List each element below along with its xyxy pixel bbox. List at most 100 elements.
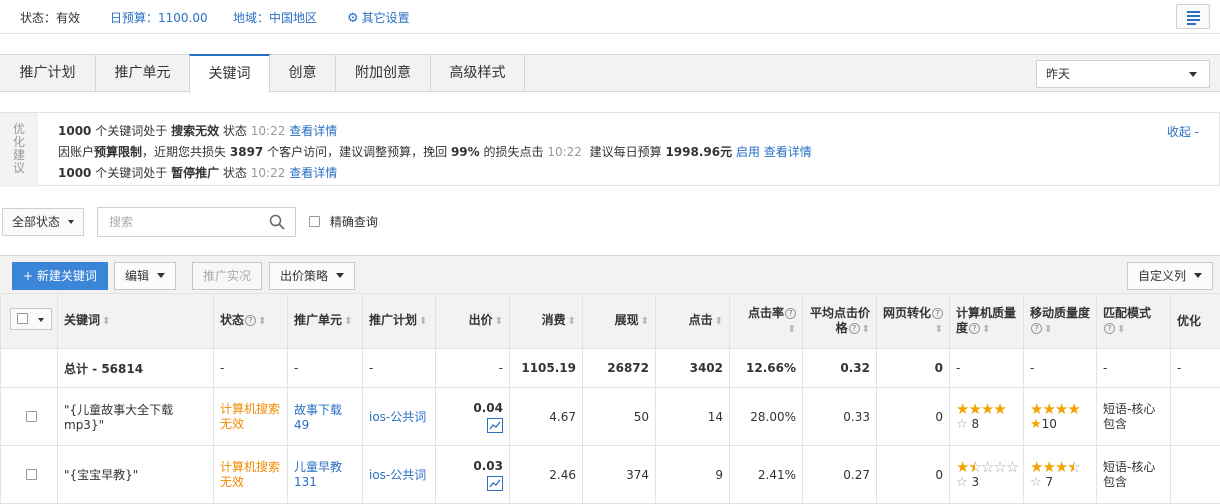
region-link[interactable]: 地域：中国地区	[233, 9, 317, 26]
keyword-cell[interactable]: "{宝宝早教}"	[58, 446, 214, 504]
sort-icon: ⬍	[568, 316, 576, 327]
status-cell[interactable]: 计算机搜索无效	[214, 388, 288, 446]
col-mobile-quality[interactable]: 移动质量度?⬍	[1024, 294, 1097, 349]
bid-value[interactable]: 0.03	[442, 459, 503, 473]
custom-columns-button[interactable]: 自定义列	[1127, 262, 1213, 290]
col-pc-quality-label-2: 度	[956, 321, 968, 335]
col-impressions[interactable]: 展现⬍	[583, 294, 656, 349]
col-avg-cpc[interactable]: 平均点击价格?⬍	[803, 294, 877, 349]
search-input[interactable]	[107, 209, 267, 235]
col-plan[interactable]: 推广计划⬍	[363, 294, 436, 349]
optimization-suggestions: 优 化 建 议 1000 个关键词处于 搜索无效 状态 10:22 查看详情 因…	[0, 112, 1220, 186]
plan-link[interactable]: ios-公共词	[363, 388, 436, 446]
daily-budget-link[interactable]: 日预算：1100.00	[110, 9, 208, 26]
help-icon[interactable]: ?	[932, 308, 943, 319]
campaign-status-bar: 状态：有效 日预算：1100.00 地域：中国地区 ⚙其它设置	[0, 0, 1220, 34]
list-view-button[interactable]	[1176, 4, 1210, 29]
unit-link[interactable]: 儿童早教131	[288, 446, 363, 504]
mobile-quality-score: 7	[1045, 475, 1053, 489]
new-keyword-button[interactable]: + 新建关键词	[12, 262, 108, 290]
help-icon[interactable]: ?	[785, 308, 796, 319]
impressions-cell: 374	[583, 446, 656, 504]
sort-icon: ⬍	[1044, 324, 1052, 335]
suggestions-side-label: 优 化 建 议	[0, 113, 38, 187]
suggestion-count: 1000	[58, 166, 91, 180]
col-bid[interactable]: 出价⬍	[436, 294, 510, 349]
edit-label: 编辑	[125, 269, 149, 283]
suggestion-time: 10:22	[251, 124, 286, 138]
total-plan: -	[363, 349, 436, 388]
tab-keywords[interactable]: 关键词	[189, 54, 270, 93]
col-match-type[interactable]: 匹配模式?⬍	[1097, 294, 1171, 349]
select-all-checkbox[interactable]	[17, 313, 28, 324]
select-all-dropdown[interactable]	[10, 308, 52, 330]
col-conversion[interactable]: 网页转化?⬍	[877, 294, 950, 349]
col-keyword[interactable]: 关键词⬍	[58, 294, 214, 349]
help-icon[interactable]: ?	[849, 323, 860, 334]
view-details-link[interactable]: 查看详情	[289, 166, 337, 180]
col-ctr[interactable]: 点击率?⬍	[730, 294, 803, 349]
enable-budget-link[interactable]: 启用	[736, 145, 760, 159]
mobile-quality-score: 10	[1042, 417, 1057, 431]
empty-star-icon: ☆	[1030, 475, 1042, 490]
match-type-cell[interactable]: 短语-核心包含	[1097, 388, 1171, 446]
side-char: 议	[0, 162, 38, 175]
suggestion-time: 10:22	[547, 145, 582, 159]
col-status[interactable]: 状态?⬍	[214, 294, 288, 349]
other-settings-link[interactable]: ⚙其它设置	[347, 9, 410, 26]
exact-match-checkbox[interactable]	[309, 216, 320, 227]
help-icon[interactable]: ?	[969, 323, 980, 334]
tab-extra-creative[interactable]: 附加创意	[336, 54, 431, 92]
tab-advanced-style[interactable]: 高级样式	[431, 54, 525, 92]
help-icon[interactable]: ?	[245, 315, 256, 326]
collapse-suggestions-link[interactable]: 收起 -	[1167, 123, 1199, 140]
clicks-cell: 9	[656, 446, 730, 504]
sort-icon: ⬍	[788, 324, 796, 335]
suggested-budget: 1998.96元	[665, 145, 732, 159]
suggestion-state: 暂停推广	[171, 166, 219, 180]
total-match-type: -	[1097, 349, 1171, 388]
total-impressions: 26872	[583, 349, 656, 388]
status-filter-dropdown[interactable]: 全部状态	[2, 208, 84, 236]
row-checkbox[interactable]	[26, 469, 37, 480]
edit-dropdown-button[interactable]: 编辑	[114, 262, 176, 290]
tab-ad-unit[interactable]: 推广单元	[96, 54, 190, 92]
bid-cell[interactable]: 0.04	[436, 388, 510, 446]
chevron-down-icon	[336, 273, 344, 278]
sort-icon: ⬍	[641, 316, 649, 327]
live-preview-button[interactable]: 推广实况	[192, 262, 262, 290]
keyword-cell[interactable]: "{儿童故事大全下载mp3}"	[58, 388, 214, 446]
help-icon[interactable]: ?	[1031, 323, 1042, 334]
col-cost-label: 消费	[542, 313, 566, 327]
help-icon[interactable]: ?	[1104, 323, 1115, 334]
suggestion-time: 10:22	[251, 166, 286, 180]
view-details-link[interactable]: 查看详情	[764, 145, 812, 159]
bid-strategy-button[interactable]: 出价策略	[269, 262, 355, 290]
suggestion-budget-limit: 因账户预算限制，近期您共损失 3897 个客户访问，建议调整预算，挽回 99% …	[58, 143, 812, 160]
tab-campaign-plan[interactable]: 推广计划	[0, 54, 96, 92]
plan-link[interactable]: ios-公共词	[363, 446, 436, 504]
exact-match-option[interactable]: 精确查询	[309, 213, 378, 230]
col-clicks[interactable]: 点击⬍	[656, 294, 730, 349]
tab-creative[interactable]: 创意	[270, 54, 336, 92]
trend-chart-icon[interactable]	[487, 476, 503, 491]
match-type-cell[interactable]: 短语-核心包含	[1097, 446, 1171, 504]
sort-icon: ⬍	[862, 324, 870, 335]
bid-cell[interactable]: 0.03	[436, 446, 510, 504]
date-range-select[interactable]: 昨天	[1036, 60, 1210, 88]
suggestion-reason: 预算限制	[94, 145, 142, 159]
status-cell[interactable]: 计算机搜索无效	[214, 446, 288, 504]
col-pc-quality[interactable]: 计算机质量度?⬍	[950, 294, 1024, 349]
suggestion-text: 个关键词处于	[95, 124, 167, 138]
row-checkbox[interactable]	[26, 411, 37, 422]
trend-chart-icon[interactable]	[487, 418, 503, 433]
suggestion-text: 个关键词处于	[95, 166, 167, 180]
table-header-row: 关键词⬍ 状态?⬍ 推广单元⬍ 推广计划⬍ 出价⬍ 消费⬍ 展现⬍ 点击⬍ 点击…	[1, 294, 1220, 349]
ctr-cell: 28.00%	[730, 388, 803, 446]
view-details-link[interactable]: 查看详情	[289, 124, 337, 138]
unit-link[interactable]: 故事下载49	[288, 388, 363, 446]
bid-value[interactable]: 0.04	[442, 401, 503, 415]
col-cost[interactable]: 消费⬍	[510, 294, 583, 349]
col-unit[interactable]: 推广单元⬍	[288, 294, 363, 349]
search-icon[interactable]	[269, 214, 285, 230]
